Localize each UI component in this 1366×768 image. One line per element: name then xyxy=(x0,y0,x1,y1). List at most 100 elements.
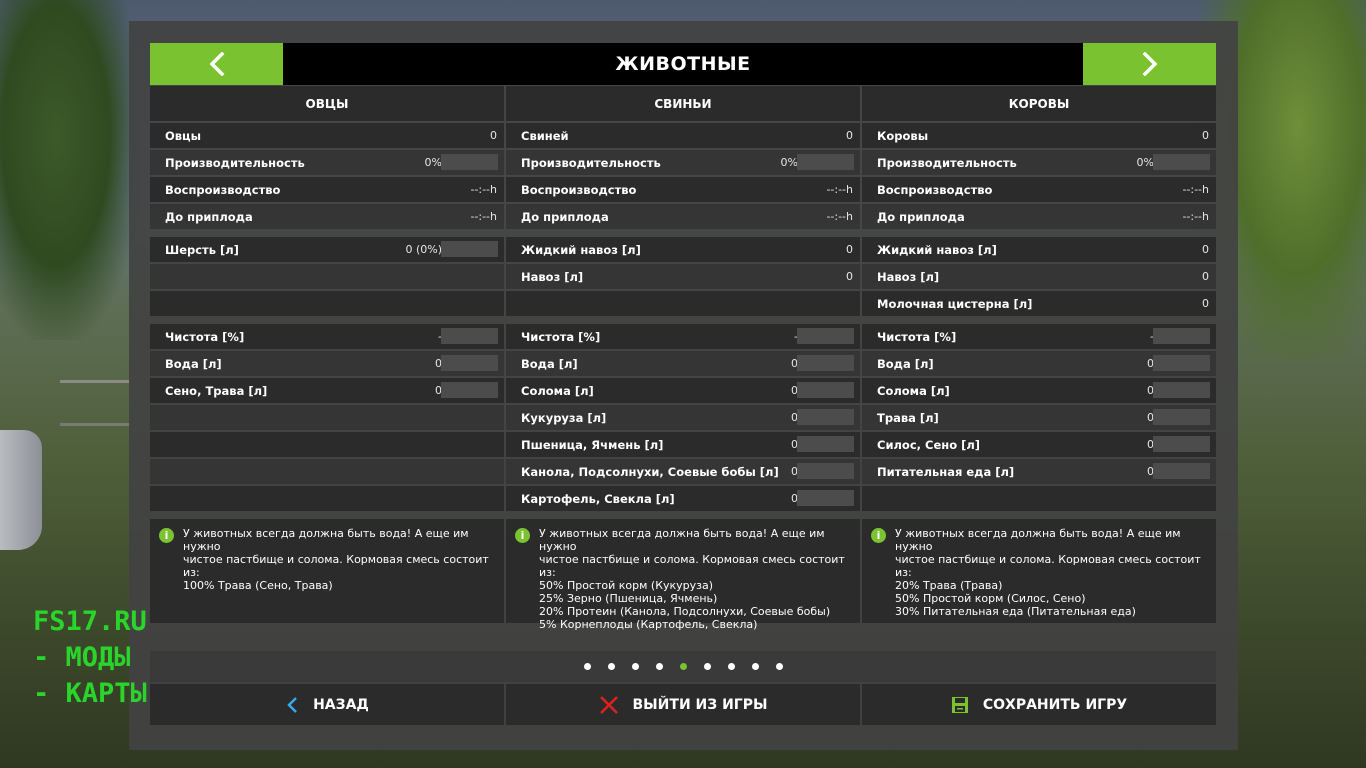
save-game-button[interactable]: СОХРАНИТЬ ИГРУ xyxy=(862,684,1216,725)
stat-label: Картофель, Свекла [л] xyxy=(521,491,675,506)
stat-row: Вода [л] 0 xyxy=(862,351,1216,376)
stat-value: --:--h xyxy=(470,183,497,196)
stat-row: Овцы 0 xyxy=(150,123,504,148)
stat-label: Силос, Сено [л] xyxy=(877,437,981,452)
page-dot[interactable] xyxy=(775,663,783,670)
stat-row: До приплода --:--h xyxy=(150,204,504,229)
progress-bar xyxy=(1153,436,1210,452)
stat-label: Шерсть [л] xyxy=(165,242,239,257)
progress-bar xyxy=(441,241,498,257)
stat-row: До приплода --:--h xyxy=(506,204,860,229)
background-car xyxy=(0,430,42,550)
progress-bar xyxy=(797,328,854,344)
stat-value: 0% xyxy=(424,156,442,169)
info-box: i У животных всегда должна быть вода! А е… xyxy=(506,519,860,631)
progress-bar xyxy=(1153,154,1210,170)
info-text: У животных всегда должна быть вода! А ещ… xyxy=(539,527,845,631)
stat-row xyxy=(150,486,504,511)
quit-game-button[interactable]: ВЫЙТИ ИЗ ИГРЫ xyxy=(506,684,860,725)
stat-label: Воспроизводство xyxy=(877,182,993,197)
section-divider xyxy=(506,229,860,235)
progress-bar xyxy=(1153,328,1210,344)
stat-value: 0 xyxy=(846,129,853,142)
quit-game-button-label: ВЫЙТИ ИЗ ИГРЫ xyxy=(632,696,768,713)
stat-row: Чистота [%] - xyxy=(862,324,1216,349)
stat-label: Кукуруза [л] xyxy=(521,410,607,425)
stat-row: Навоз [л] 0 xyxy=(506,264,860,289)
stat-row xyxy=(150,432,504,457)
stat-label: Производительность xyxy=(165,155,305,170)
stat-label: Воспроизводство xyxy=(165,182,281,197)
back-button[interactable]: НАЗАД xyxy=(150,684,504,725)
stat-label: Вода [л] xyxy=(165,356,222,371)
stat-value: 0 xyxy=(1202,129,1209,142)
progress-bar xyxy=(441,355,498,371)
stat-row: Чистота [%] - xyxy=(150,324,504,349)
close-icon xyxy=(599,695,618,714)
page-dot[interactable] xyxy=(655,663,663,670)
stat-label: До приплода xyxy=(877,209,965,224)
stat-label: Сено, Трава [л] xyxy=(165,383,268,398)
footer-bar: НАЗАД ВЫЙТИ ИЗ ИГРЫ СОХРАНИТЬ ИГРУ xyxy=(150,684,1216,725)
background-tree-left xyxy=(0,0,140,340)
stat-row: Кукуруза [л] 0 xyxy=(506,405,860,430)
floppy-disk-icon xyxy=(951,696,968,713)
stat-row: Коровы 0 xyxy=(862,123,1216,148)
stat-value: --:--h xyxy=(826,210,853,223)
stat-label: Воспроизводство xyxy=(521,182,637,197)
page-dot[interactable] xyxy=(607,663,615,670)
stat-label: Вода [л] xyxy=(521,356,578,371)
stat-value: 0 (0%) xyxy=(405,243,442,256)
column-title: ОВЦЫ xyxy=(150,86,504,121)
section-divider xyxy=(862,511,1216,517)
next-page-button[interactable] xyxy=(1083,43,1216,85)
page-indicator xyxy=(150,651,1216,682)
stat-row: Производительность 0% xyxy=(862,150,1216,175)
stat-row: Питательная еда [л] 0 xyxy=(862,459,1216,484)
stat-row: Воспроизводство --:--h xyxy=(506,177,860,202)
stat-value: 0 xyxy=(846,243,853,256)
progress-bar xyxy=(797,154,854,170)
stat-label: Овцы xyxy=(165,128,201,143)
stat-value: 0% xyxy=(1136,156,1154,169)
section-divider xyxy=(150,316,504,322)
stat-row: Трава [л] 0 xyxy=(862,405,1216,430)
progress-bar xyxy=(441,154,498,170)
background-fence xyxy=(60,380,130,426)
info-text: У животных всегда должна быть вода! А ещ… xyxy=(895,527,1201,618)
stat-label: Свиней xyxy=(521,128,569,143)
watermark: FS17.RU - МОДЫ - КАРТЫ xyxy=(33,604,147,712)
page-dot[interactable] xyxy=(703,663,711,670)
stat-row: Молочная цистерна [л] 0 xyxy=(862,291,1216,316)
page-dot[interactable] xyxy=(583,663,591,670)
page-header: ЖИВОТНЫЕ xyxy=(150,43,1216,85)
page-dot[interactable] xyxy=(631,663,639,670)
stat-row: Производительность 0% xyxy=(150,150,504,175)
info-icon: i xyxy=(159,528,174,543)
stat-label: Жидкий навоз [л] xyxy=(877,242,997,257)
stat-row xyxy=(150,405,504,430)
page-dot[interactable] xyxy=(751,663,759,670)
progress-bar xyxy=(1153,409,1210,425)
chevron-left-icon xyxy=(287,696,297,713)
stat-value: 0 xyxy=(490,129,497,142)
page-dot[interactable] xyxy=(727,663,735,670)
stat-value: 0 xyxy=(1202,270,1209,283)
stat-label: Питательная еда [л] xyxy=(877,464,1015,479)
page-dot[interactable] xyxy=(679,663,687,670)
section-divider xyxy=(862,229,1216,235)
info-icon: i xyxy=(515,528,530,543)
stat-row xyxy=(506,291,860,316)
stat-row: Жидкий навоз [л] 0 xyxy=(862,237,1216,262)
prev-page-button[interactable] xyxy=(150,43,283,85)
info-text: У животных всегда должна быть вода! А ещ… xyxy=(183,527,489,592)
column-cows: КОРОВЫ Коровы 0 Производительность 0% Воспрои… xyxy=(862,86,1216,623)
stat-row: Производительность 0% xyxy=(506,150,860,175)
progress-bar xyxy=(441,382,498,398)
stat-row: До приплода --:--h xyxy=(862,204,1216,229)
stat-label: Производительность xyxy=(877,155,1017,170)
stat-value: --:--h xyxy=(470,210,497,223)
page-title: ЖИВОТНЫЕ xyxy=(615,53,751,75)
stat-label: Трава [л] xyxy=(877,410,939,425)
stat-label: Солома [л] xyxy=(521,383,594,398)
